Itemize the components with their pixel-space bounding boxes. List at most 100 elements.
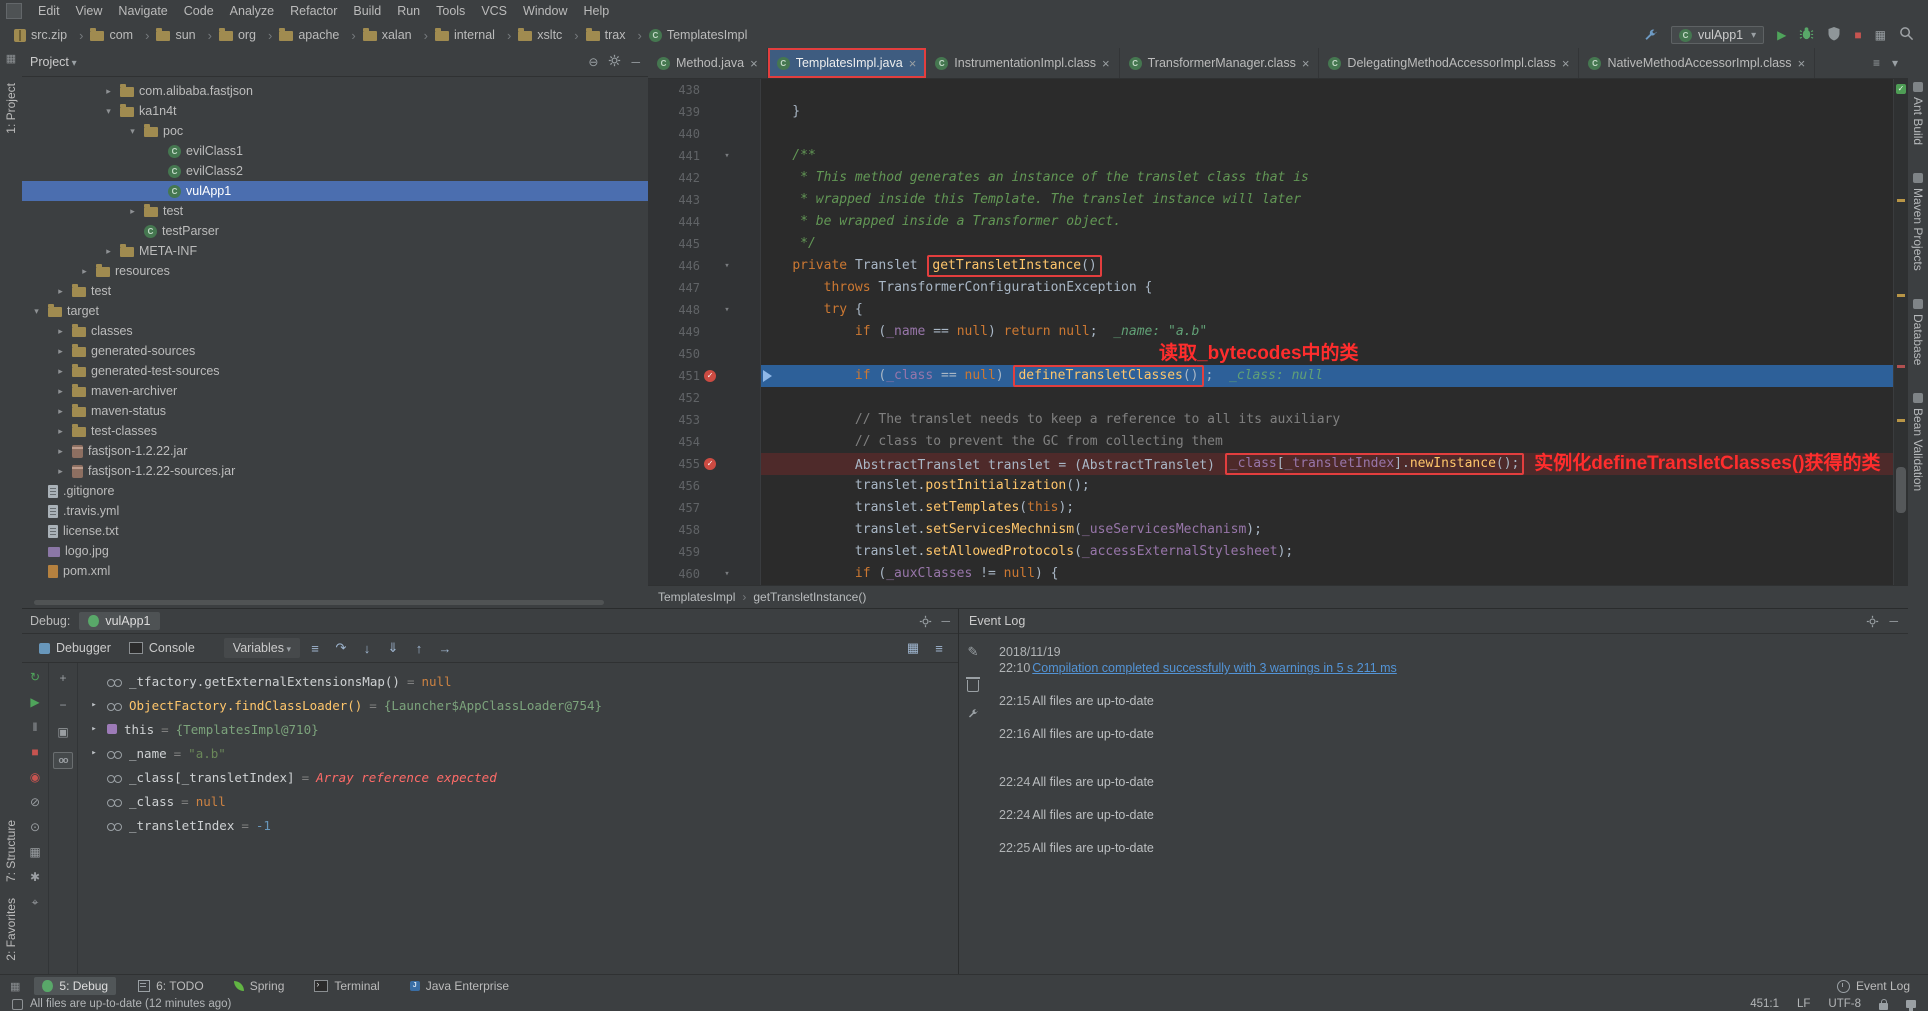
layout-grid-icon[interactable]: ▦	[1875, 28, 1886, 42]
tree-item[interactable]: ▸ test-classes	[22, 421, 648, 441]
breadcrumb-item[interactable]: xalan	[363, 28, 435, 43]
edit-icon[interactable]: ✎	[968, 644, 979, 660]
run-configuration-select[interactable]: vulApp1	[1671, 26, 1764, 44]
code-line-456[interactable]: 456 translet.postInitialization();	[648, 475, 1893, 497]
menu-item[interactable]: Analyze	[222, 2, 282, 20]
event-log-entry[interactable]: 22:15 All files are up-to-date	[999, 693, 1896, 709]
close-icon[interactable]	[1102, 56, 1110, 71]
copy-icon[interactable]: ▣	[54, 725, 72, 740]
code-line-444[interactable]: 444 * be wrapped inside a Transformer ob…	[648, 211, 1893, 233]
grid-icon[interactable]: ▦	[26, 845, 44, 860]
tool-window-button[interactable]: Terminal	[306, 977, 387, 995]
breadcrumb-item[interactable]: xsltc	[518, 28, 585, 43]
_class[interactable]: _class null	[78, 789, 958, 813]
code-text[interactable]: }	[761, 101, 1893, 123]
view-as-table-icon[interactable]: ▦	[902, 640, 924, 656]
tool-window-button[interactable]: Event Log	[1829, 977, 1918, 995]
gutter[interactable]: 439	[648, 101, 761, 123]
breadcrumb-item[interactable]: TemplatesImpl	[649, 28, 767, 42]
code-line-455[interactable]: 455✓ AbstractTranslet translet = (Abstra…	[648, 453, 1893, 475]
event-log-entry[interactable]: 22:10 Compilation completed successfully…	[999, 660, 1896, 676]
tree-item[interactable]: ▸ test	[22, 281, 648, 301]
code-line-439[interactable]: 439 }	[648, 101, 1893, 123]
code-line-457[interactable]: 457 translet.setTemplates(this);	[648, 497, 1893, 519]
ObjectFactory.findClassLoader()[interactable]: ▸ ObjectFactory.findClassLoader() {Launc…	[78, 693, 958, 717]
gutter[interactable]: 455✓	[648, 453, 761, 475]
remove-watch-icon[interactable]: −	[54, 698, 72, 713]
code-line-459[interactable]: 459 translet.setAllowedProtocols(_access…	[648, 541, 1893, 563]
tree-item[interactable]: ▸ fastjson-1.2.22.jar	[22, 441, 648, 461]
code-line-454[interactable]: 454 // class to prevent the GC from coll…	[648, 431, 1893, 453]
step-into-icon[interactable]: ↓	[356, 641, 378, 656]
expand-arrow-icon[interactable]: ▸	[88, 748, 100, 758]
tree-item[interactable]: ▾ poc	[22, 121, 648, 141]
code-text[interactable]: */	[761, 233, 1893, 255]
tree-item[interactable]: pom.xml	[22, 561, 648, 581]
event-log-entry[interactable]: 22:24 All files are up-to-date	[999, 807, 1896, 823]
tree-item[interactable]: ▸ META-INF	[22, 241, 648, 261]
filter-icon[interactable]	[967, 708, 979, 723]
menu-item[interactable]: Code	[176, 2, 222, 20]
expand-arrow-icon[interactable]: ▾	[126, 126, 139, 137]
stop-button[interactable]: ■	[1854, 28, 1861, 42]
gutter[interactable]: 453	[648, 409, 761, 431]
_name[interactable]: ▸ _name "a.b"	[78, 741, 958, 765]
expand-arrow-icon[interactable]: ▸	[102, 86, 115, 97]
debug-view-tab[interactable]: Console	[120, 638, 204, 658]
gutter[interactable]: 459	[648, 541, 761, 563]
run-button[interactable]: ▶	[1777, 28, 1786, 42]
expand-arrow-icon[interactable]: ▾	[102, 106, 115, 117]
code-text[interactable]: translet.setTemplates(this);	[761, 497, 1893, 519]
settings-gear-icon[interactable]	[919, 615, 932, 628]
code-text[interactable]: translet.postInitialization();	[761, 475, 1893, 497]
tool-window-bars-icon[interactable]: ▦	[6, 52, 16, 65]
breadcrumb-item[interactable]: src.zip	[14, 28, 90, 43]
this[interactable]: ▸ this {TemplatesImpl@710}	[78, 717, 958, 741]
code-editor[interactable]: 438439 }440441▾ /**442 * This method gen…	[648, 79, 1893, 585]
tree-item[interactable]: .travis.yml	[22, 501, 648, 521]
gutter[interactable]: 452	[648, 387, 761, 409]
resume-icon[interactable]: ▶	[26, 695, 44, 710]
code-text[interactable]	[761, 123, 1893, 145]
breadcrumb-item[interactable]: internal	[435, 28, 518, 43]
menu-item[interactable]: View	[68, 2, 111, 20]
code-line-453[interactable]: 453 // The translet needs to keep a refe…	[648, 409, 1893, 431]
gutter[interactable]: 449	[648, 321, 761, 343]
code-text[interactable]: if (_class == null) defineTransletClasse…	[761, 365, 1893, 387]
gutter[interactable]: 446▾	[648, 255, 761, 277]
pin-icon[interactable]: ⌖	[26, 895, 44, 910]
_transletIndex[interactable]: _transletIndex -1	[78, 813, 958, 837]
tool-button-project[interactable]: 1: Project	[4, 83, 18, 134]
breadcrumb-item[interactable]: apache	[279, 28, 362, 43]
gutter[interactable]: 443	[648, 189, 761, 211]
encoding-widget[interactable]: UTF-8	[1828, 998, 1861, 1010]
step-over-icon[interactable]: ↷	[330, 640, 352, 656]
tree-item[interactable]: license.txt	[22, 521, 648, 541]
minimize-icon[interactable]: ─	[1889, 614, 1898, 628]
menu-item[interactable]: Build	[345, 2, 389, 20]
menu-item[interactable]: Navigate	[110, 2, 175, 20]
code-line-447[interactable]: 447 throws TransformerConfigurationExcep…	[648, 277, 1893, 299]
delete-icon[interactable]	[967, 680, 979, 692]
code-line-441[interactable]: 441▾ /**	[648, 145, 1893, 167]
tabs-dropdown-icon[interactable]: ▾	[1892, 56, 1898, 70]
gutter[interactable]: 450	[648, 343, 761, 365]
expand-arrow-icon[interactable]: ▸	[88, 724, 100, 734]
view-breakpoints-icon[interactable]: ◉	[26, 770, 44, 785]
tree-item[interactable]: .gitignore	[22, 481, 648, 501]
expand-arrow-icon[interactable]: ▸	[54, 466, 67, 477]
tree-item[interactable]: ▸ test	[22, 201, 648, 221]
expand-arrow-icon[interactable]: ▾	[30, 306, 43, 317]
debug-session-tab[interactable]: vulApp1	[79, 612, 159, 630]
code-text[interactable]: /**	[761, 145, 1893, 167]
tree-item[interactable]: ▸ fastjson-1.2.22-sources.jar	[22, 461, 648, 481]
expand-arrow-icon[interactable]: ▸	[126, 206, 139, 217]
event-log-entry[interactable]: 22:25 All files are up-to-date	[999, 840, 1896, 856]
code-text[interactable]: private Translet getTransletInstance()	[761, 255, 1893, 277]
code-text[interactable]: throws TransformerConfigurationException…	[761, 277, 1893, 299]
breadcrumb-item[interactable]: sun	[156, 28, 219, 43]
expand-arrow-icon[interactable]: ▸	[54, 326, 67, 337]
warning-mark[interactable]	[1897, 419, 1905, 422]
warning-mark[interactable]	[1897, 199, 1905, 202]
tool-button[interactable]: Ant Build	[1911, 82, 1925, 145]
